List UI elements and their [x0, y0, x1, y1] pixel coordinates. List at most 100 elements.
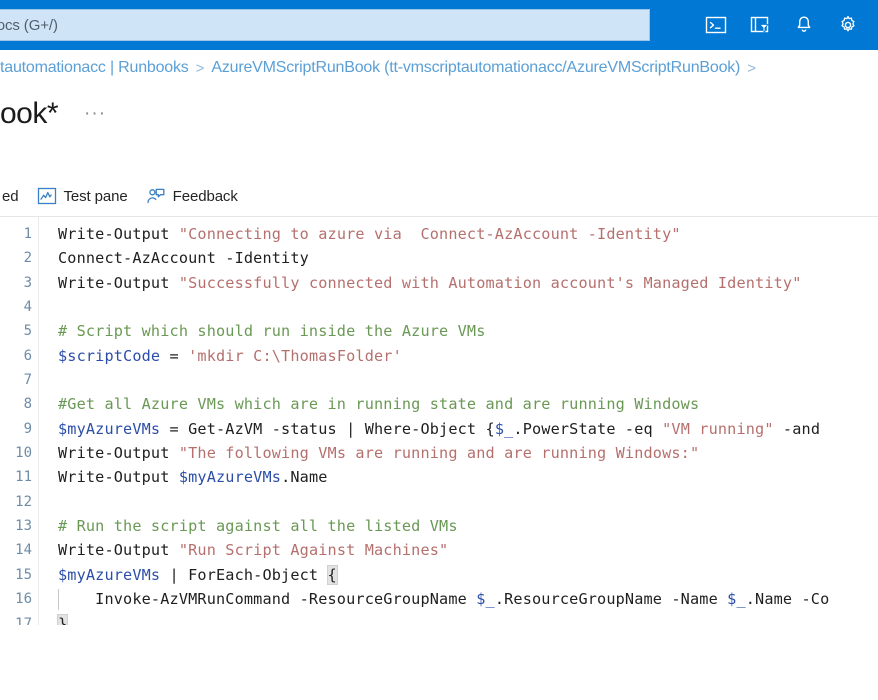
- code-text[interactable]: Write-Output "Run Script Against Machine…: [58, 538, 448, 562]
- code-token: $myAzureVMs: [178, 468, 282, 487]
- code-token: "VM running": [662, 419, 774, 438]
- breadcrumb-item-runbook[interactable]: AzureVMScriptRunBook (tt-vmscriptautomat…: [211, 59, 740, 77]
- code-lines-container[interactable]: 1 Write-Output "Connecting to azure via C…: [0, 222, 878, 625]
- code-token: $_: [727, 590, 746, 609]
- code-line[interactable]: 11 Write-Output $myAzureVMs.Name: [0, 465, 878, 489]
- code-text[interactable]: $scriptCode = 'mkdir C:\ThomasFolder': [58, 344, 402, 368]
- line-number: 13: [15, 518, 32, 535]
- line-number: 3: [23, 274, 32, 291]
- code-token: Connect-AzAccount -Identity: [58, 249, 309, 268]
- code-token: "Successfully connected with Automation …: [178, 273, 802, 292]
- code-token: $myAzureVMs: [58, 565, 161, 584]
- revert-to-published-button[interactable]: ed: [0, 179, 25, 213]
- line-number: 10: [15, 445, 32, 462]
- code-line[interactable]: 2 Connect-AzAccount -Identity: [0, 246, 878, 270]
- global-search-input[interactable]: urces, services, and docs (G+/): [0, 9, 650, 41]
- code-line[interactable]: 12: [0, 490, 878, 514]
- line-number: 9: [23, 420, 32, 437]
- code-text[interactable]: # Script which should run inside the Azu…: [58, 319, 486, 343]
- line-number: 16: [15, 591, 32, 608]
- code-token: .Name -Co: [745, 590, 830, 609]
- page-title: ook*: [0, 97, 59, 130]
- code-text[interactable]: Write-Output $myAzureVMs.Name: [58, 465, 328, 489]
- code-token: 'mkdir C:\ThomasFolder': [188, 346, 402, 365]
- cloud-shell-icon[interactable]: [694, 3, 738, 47]
- code-line[interactable]: 10 Write-Output "The following VMs are ru…: [0, 441, 878, 465]
- line-number: 14: [15, 542, 32, 559]
- command-toolbar: ed Test pane Feedback: [0, 176, 878, 216]
- code-line[interactable]: 16 Invoke-AzVMRunCommand -ResourceGroupN…: [0, 587, 878, 611]
- code-token: "Connecting to azure via Connect-AzAccou…: [178, 225, 681, 243]
- code-text[interactable]: # Run the script against all the listed …: [58, 514, 458, 538]
- code-line[interactable]: 9 $myAzureVMs = Get-AzVM -status | Where-…: [0, 417, 878, 441]
- code-line[interactable]: 13 # Run the script against all the liste…: [0, 514, 878, 538]
- line-number: 5: [23, 323, 32, 340]
- code-token: Invoke-AzVMRunCommand -ResourceGroupName: [58, 590, 477, 609]
- code-text[interactable]: Connect-AzAccount -Identity: [58, 246, 309, 270]
- code-line[interactable]: 17}: [0, 612, 878, 626]
- code-token: $_: [476, 590, 495, 609]
- code-token: | ForEach-Object: [160, 565, 328, 584]
- code-line[interactable]: 7: [0, 368, 878, 392]
- code-line[interactable]: 4: [0, 295, 878, 319]
- test-pane-icon: [37, 186, 57, 206]
- code-text[interactable]: #Get all Azure VMs which are in running …: [58, 392, 699, 416]
- code-line[interactable]: 6 $scriptCode = 'mkdir C:\ThomasFolder': [0, 344, 878, 368]
- revert-to-published-label: ed: [2, 187, 19, 205]
- page-title-row: ook* ···: [0, 92, 878, 136]
- code-token: $_: [494, 419, 514, 438]
- directories-subscriptions-icon[interactable]: [738, 3, 782, 47]
- line-number: 17: [15, 615, 32, 626]
- code-token: Write-Output: [58, 468, 179, 487]
- code-text[interactable]: }: [56, 612, 69, 625]
- code-token: Write-Output: [58, 225, 179, 243]
- settings-gear-icon[interactable]: [826, 3, 870, 47]
- code-text[interactable]: Write-Output "Successfully connected wit…: [58, 271, 802, 295]
- feedback-icon: [146, 186, 166, 206]
- code-line[interactable]: 8 #Get all Azure VMs which are in running…: [0, 392, 878, 416]
- code-text[interactable]: Write-Output "Connecting to azure via Co…: [58, 222, 681, 246]
- breadcrumb-item-runbooks[interactable]: tautomationacc | Runbooks: [0, 59, 189, 77]
- code-text[interactable]: $myAzureVMs | ForEach-Object {: [58, 563, 338, 587]
- code-token: # Script which should run inside the Azu…: [58, 322, 486, 341]
- line-number: 6: [23, 347, 32, 364]
- code-token: .ResourceGroupName -Name: [494, 590, 728, 609]
- code-token: = Get-AzVM -status | Where-Object {: [160, 419, 495, 438]
- breadcrumb-separator-2: >: [747, 59, 756, 77]
- azure-global-header: urces, services, and docs (G+/): [0, 0, 878, 50]
- code-line[interactable]: 14 Write-Output "Run Script Against Machi…: [0, 538, 878, 562]
- code-text[interactable]: Invoke-AzVMRunCommand -ResourceGroupName…: [58, 587, 829, 611]
- code-text[interactable]: $myAzureVMs = Get-AzVM -status | Where-O…: [58, 417, 820, 441]
- code-line[interactable]: 3 Write-Output "Successfully connected wi…: [0, 271, 878, 295]
- test-pane-label: Test pane: [63, 187, 128, 205]
- feedback-label: Feedback: [172, 187, 238, 205]
- code-token: #Get all Azure VMs which are in running …: [58, 395, 700, 414]
- code-text[interactable]: Write-Output "The following VMs are runn…: [58, 441, 699, 465]
- breadcrumb-separator-1: >: [195, 59, 205, 77]
- code-line[interactable]: 1 Write-Output "Connecting to azure via C…: [0, 222, 878, 246]
- feedback-button[interactable]: Feedback: [140, 179, 244, 213]
- code-token: .Name: [281, 468, 328, 487]
- code-token: "Run Script Against Machines": [178, 541, 449, 560]
- test-pane-button[interactable]: Test pane: [31, 179, 134, 213]
- code-token: $myAzureVMs: [58, 419, 161, 438]
- code-token: .PowerState -eq: [513, 419, 663, 438]
- code-line[interactable]: 15 $myAzureVMs | ForEach-Object {: [0, 563, 878, 587]
- code-token: Write-Output: [58, 273, 179, 292]
- global-search-text: urces, services, and docs (G+/): [0, 16, 58, 34]
- code-token: =: [160, 346, 189, 365]
- code-token: # Run the script against all the listed …: [58, 517, 458, 536]
- code-token: Write-Output: [58, 541, 179, 560]
- code-token: -and: [773, 419, 821, 438]
- code-token: $scriptCode: [58, 346, 161, 365]
- header-icon-group: [694, 0, 870, 50]
- line-number: 1: [23, 226, 32, 242]
- notifications-bell-icon[interactable]: [782, 3, 826, 47]
- code-editor[interactable]: 1 Write-Output "Connecting to azure via C…: [0, 216, 878, 625]
- code-line[interactable]: 5 # Script which should run inside the Az…: [0, 319, 878, 343]
- more-menu-icon[interactable]: ···: [84, 104, 106, 123]
- line-number: 15: [15, 566, 32, 583]
- line-number: 7: [23, 372, 32, 389]
- line-number: 4: [23, 299, 32, 316]
- line-number: 11: [15, 469, 32, 486]
